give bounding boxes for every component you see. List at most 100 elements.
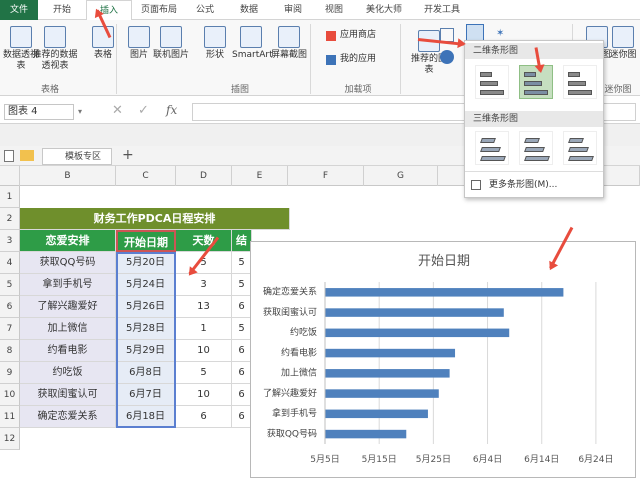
ribbon-tab-0[interactable]: 文件 bbox=[0, 0, 38, 20]
ribbon-button-icon-6 bbox=[240, 26, 262, 48]
data-cell[interactable]: 获取闺蜜认可 bbox=[20, 384, 116, 406]
bar bbox=[325, 409, 428, 419]
data-cell[interactable]: 5 bbox=[232, 252, 252, 274]
row-header-9[interactable]: 9 bbox=[0, 362, 20, 384]
insert-function-icon[interactable]: fx bbox=[166, 103, 177, 117]
ribbon-separator-2 bbox=[400, 24, 401, 94]
data-cell[interactable]: 6 bbox=[232, 340, 252, 362]
column-header-G[interactable]: G bbox=[364, 166, 438, 186]
add-tab-button[interactable]: + bbox=[122, 147, 134, 163]
bar-3d-option-0[interactable] bbox=[475, 131, 509, 165]
y-tick-label: 约看电影 bbox=[281, 346, 317, 358]
bar-chart[interactable]: 开始日期 5月5日 5月15日 5月25日 6月4日 6月14日 6月24日 获取QQ号码拿… bbox=[250, 241, 636, 478]
bar-3d-option-1[interactable] bbox=[519, 131, 553, 165]
template-tab[interactable]: 模板专区 bbox=[42, 148, 112, 165]
row-header-3[interactable]: 3 bbox=[0, 230, 20, 252]
ribbon-tab-9[interactable]: 开发工具 bbox=[414, 0, 470, 20]
x-tick-label: 5月15日 bbox=[362, 454, 397, 465]
bar-glyph bbox=[568, 81, 586, 86]
row-header-8[interactable]: 8 bbox=[0, 340, 20, 362]
column-header-E[interactable]: E bbox=[232, 166, 288, 186]
row-header-11[interactable]: 11 bbox=[0, 406, 20, 428]
x-tick-label: 5月5日 bbox=[310, 454, 339, 465]
pie-chart-icon[interactable] bbox=[440, 50, 454, 64]
cancel-icon[interactable]: ✕ bbox=[112, 103, 123, 118]
data-cell[interactable]: 5 bbox=[176, 362, 232, 384]
row-header-10[interactable]: 10 bbox=[0, 384, 20, 406]
corner-select-all[interactable] bbox=[0, 166, 20, 186]
ribbon-button-12[interactable]: 迷你图 bbox=[604, 26, 640, 61]
ribbon-button-label-3: 图片 bbox=[129, 50, 148, 60]
ribbon-button-6[interactable]: SmartArt bbox=[232, 26, 273, 61]
ribbon-tab-6[interactable]: 审阅 bbox=[274, 0, 312, 20]
data-cell[interactable]: 了解兴趣爱好 bbox=[20, 296, 116, 318]
bar3d-glyph bbox=[568, 147, 589, 152]
x-tick-label: 5月25日 bbox=[416, 454, 451, 465]
data-cell[interactable]: 1 bbox=[176, 318, 232, 340]
new-file-icon[interactable] bbox=[4, 150, 14, 162]
data-cell[interactable]: 6 bbox=[232, 362, 252, 384]
data-cell[interactable]: 确定恋爱关系 bbox=[20, 406, 116, 428]
data-cell[interactable]: 10 bbox=[176, 384, 232, 406]
data-cell[interactable]: 拿到手机号 bbox=[20, 274, 116, 296]
ribbon-tab-3[interactable]: 页面布局 bbox=[134, 0, 184, 20]
bar-3d-option-2[interactable] bbox=[563, 131, 597, 165]
bar bbox=[325, 288, 564, 297]
ribbon-tab-4[interactable]: 公式 bbox=[186, 0, 224, 20]
data-cell[interactable]: 13 bbox=[176, 296, 232, 318]
row-header-5[interactable]: 5 bbox=[0, 274, 20, 296]
data-cell[interactable]: 约看电影 bbox=[20, 340, 116, 362]
row-header-1[interactable]: 1 bbox=[0, 186, 20, 208]
row-header-12[interactable]: 12 bbox=[0, 428, 20, 450]
column-header-C[interactable]: C bbox=[116, 166, 176, 186]
name-box[interactable]: 图表 4 bbox=[4, 104, 74, 120]
ribbon-tab-8[interactable]: 美化大师 bbox=[356, 0, 412, 20]
data-cell[interactable]: 10 bbox=[176, 340, 232, 362]
column-header-B[interactable]: B bbox=[20, 166, 116, 186]
y-tick-label: 确定恋爱关系 bbox=[263, 286, 317, 298]
data-cell[interactable]: 6 bbox=[232, 296, 252, 318]
more-bar-charts-link[interactable]: 更多条形图(M)... bbox=[471, 177, 599, 193]
enter-icon[interactable]: ✓ bbox=[138, 103, 149, 118]
bar bbox=[325, 328, 510, 338]
data-cell[interactable]: 5 bbox=[232, 274, 252, 296]
ribbon-button-5[interactable]: 形状 bbox=[196, 26, 234, 61]
ribbon-button-7[interactable]: 屏幕截图 bbox=[270, 26, 308, 61]
folder-icon[interactable] bbox=[20, 150, 34, 161]
row-header-6[interactable]: 6 bbox=[0, 296, 20, 318]
ribbon-button-1[interactable]: 推荐的数据透视表 bbox=[30, 26, 80, 72]
ribbon-tab-7[interactable]: 视图 bbox=[314, 0, 354, 20]
data-cell[interactable]: 获取QQ号码 bbox=[20, 252, 116, 274]
bar-2d-option-2[interactable] bbox=[563, 65, 597, 99]
data-cell[interactable]: 5 bbox=[232, 318, 252, 340]
row-header-4[interactable]: 4 bbox=[0, 252, 20, 274]
divider bbox=[465, 171, 603, 172]
data-cell[interactable]: 3 bbox=[176, 274, 232, 296]
bar3d-glyph bbox=[480, 156, 506, 161]
data-cell[interactable]: 6 bbox=[232, 406, 252, 428]
data-cell[interactable]: 加上微信 bbox=[20, 318, 116, 340]
header-cell-3[interactable]: 结 bbox=[232, 230, 252, 252]
ribbon-tab-5[interactable]: 数据 bbox=[226, 0, 272, 20]
bar bbox=[325, 389, 439, 398]
ribbon-button-4[interactable]: 联机图片 bbox=[152, 26, 190, 61]
data-cell[interactable]: 约吃饭 bbox=[20, 362, 116, 384]
row-header-7[interactable]: 7 bbox=[0, 318, 20, 340]
header-cell-2[interactable]: 天数 bbox=[176, 230, 232, 252]
header-cell-0[interactable]: 恋爱安排 bbox=[20, 230, 116, 252]
row-header-2[interactable]: 2 bbox=[0, 208, 20, 230]
bar-2d-option-0[interactable] bbox=[475, 65, 509, 99]
ribbon-button-8[interactable]: 应用商店 bbox=[326, 30, 396, 41]
data-cell[interactable]: 6 bbox=[232, 384, 252, 406]
data-cell[interactable]: 6 bbox=[176, 406, 232, 428]
bar-chart-gallery: 二维条形图 三维条形图 更多条形图(M)... bbox=[464, 40, 604, 198]
name-box-dropdown-icon[interactable]: ▾ bbox=[78, 107, 82, 116]
scatter-chart-icon[interactable]: ✶ bbox=[496, 28, 510, 40]
column-header-F[interactable]: F bbox=[288, 166, 364, 186]
column-header-D[interactable]: D bbox=[176, 166, 232, 186]
ribbon-tab-1[interactable]: 开始 bbox=[40, 0, 84, 20]
ribbon-button-9[interactable]: 我的应用 bbox=[326, 54, 396, 65]
header-cell-1[interactable]: 开始日期 bbox=[116, 230, 176, 252]
ribbon-small-icon-8 bbox=[326, 31, 336, 41]
y-tick-label: 了解兴趣爱好 bbox=[263, 387, 317, 399]
